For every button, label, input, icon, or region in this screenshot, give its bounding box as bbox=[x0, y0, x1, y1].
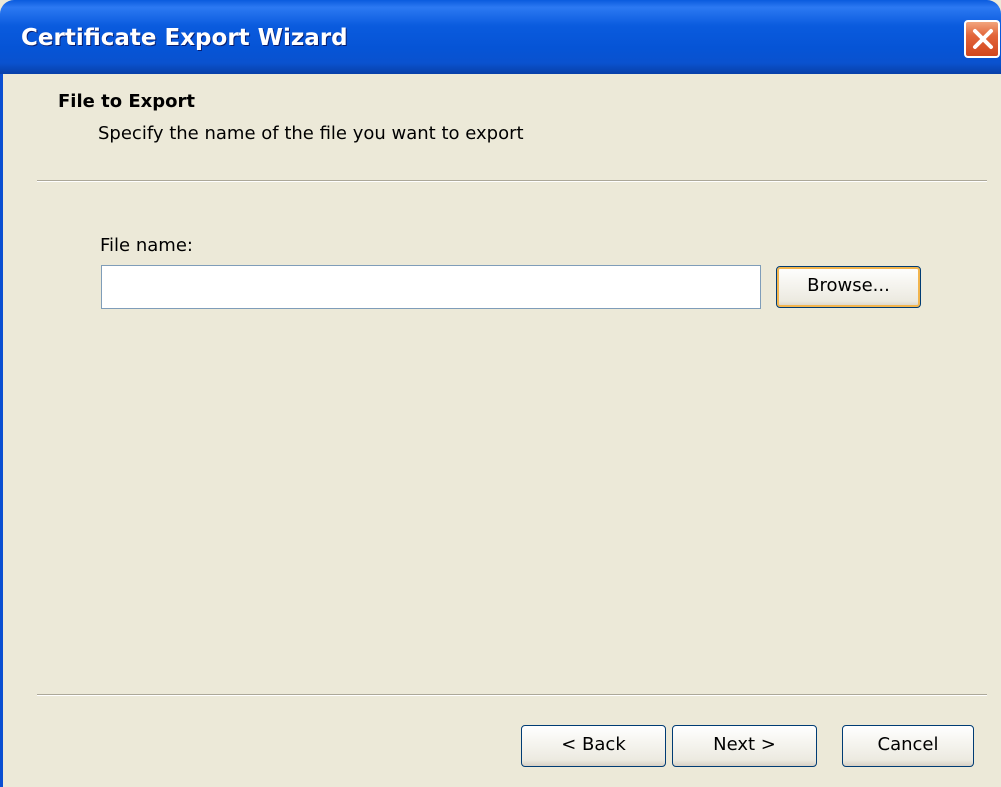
window-left-border bbox=[0, 74, 3, 787]
back-button[interactable]: < Back bbox=[521, 725, 666, 767]
next-button[interactable]: Next > bbox=[672, 725, 817, 767]
cancel-button[interactable]: Cancel bbox=[842, 725, 974, 767]
page-subtitle: Specify the name of the file you want to… bbox=[98, 123, 524, 144]
file-name-input[interactable] bbox=[101, 265, 761, 309]
title-bar[interactable]: Certificate Export Wizard bbox=[0, 0, 1001, 74]
file-name-label: File name: bbox=[100, 235, 193, 256]
page-title: File to Export bbox=[58, 91, 195, 112]
footer-divider bbox=[37, 694, 987, 696]
close-button[interactable] bbox=[964, 20, 1000, 58]
browse-button[interactable]: Browse... bbox=[776, 266, 921, 308]
window-title: Certificate Export Wizard bbox=[21, 25, 348, 51]
close-icon bbox=[973, 29, 993, 49]
certificate-export-wizard-window: Certificate Export Wizard File to Export… bbox=[0, 0, 1001, 787]
header-divider bbox=[37, 180, 987, 182]
